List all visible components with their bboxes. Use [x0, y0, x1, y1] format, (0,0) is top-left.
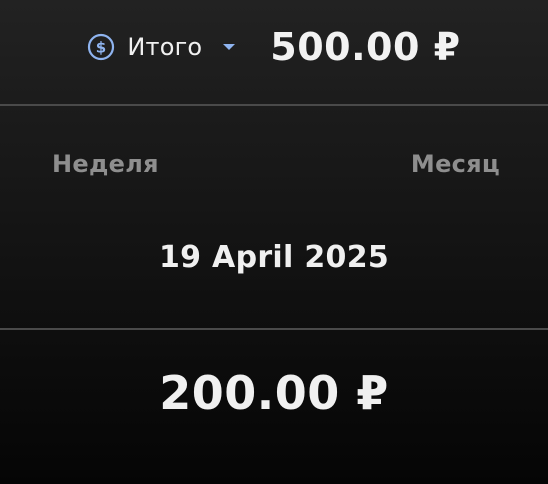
header: $ Итого 500.00 ₽ [0, 0, 548, 104]
total-selector-label: Итого [127, 33, 203, 61]
svg-text:$: $ [96, 39, 106, 57]
tab-week[interactable]: Неделя [52, 150, 159, 178]
total-selector-dropdown[interactable]: $ Итого [87, 33, 236, 61]
dollar-circle-icon: $ [87, 33, 115, 61]
total-amount: 500.00 ₽ [270, 25, 461, 69]
section-divider [0, 328, 548, 330]
tab-month[interactable]: Месяц [411, 150, 500, 178]
selected-date: 19 April 2025 [158, 240, 390, 275]
period-tabs: Неделя Месяц [0, 150, 548, 190]
header-divider [0, 104, 548, 106]
period-amount: 200.00 ₽ [159, 366, 389, 420]
chevron-down-icon [222, 42, 236, 52]
